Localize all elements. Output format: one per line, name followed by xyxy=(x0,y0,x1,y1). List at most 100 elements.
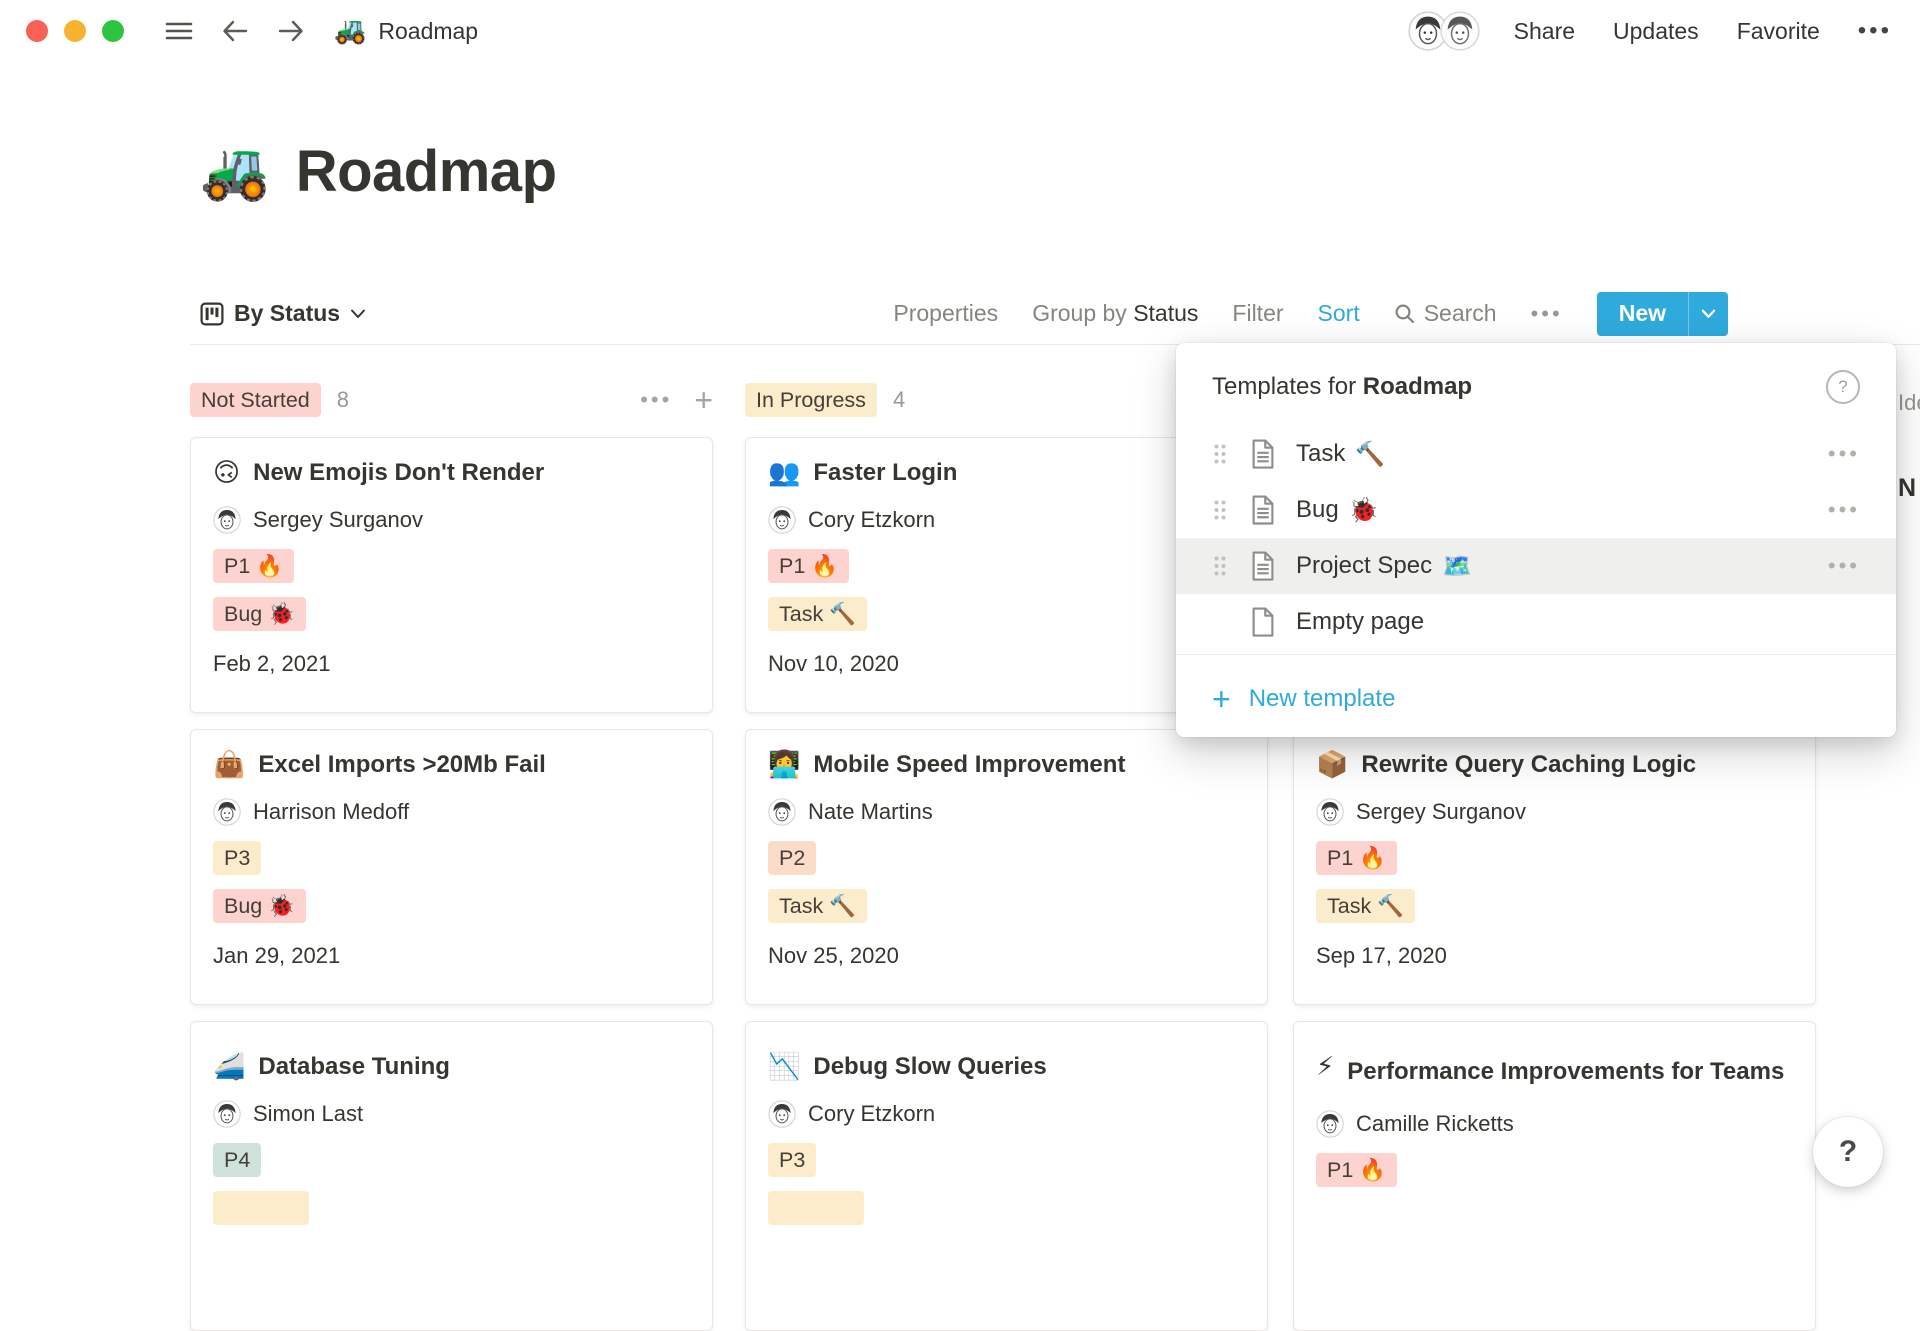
new-button[interactable]: New xyxy=(1597,292,1728,336)
templates-popup: Templates for Roadmap ? Task 🔨 ••• Bug 🐞… xyxy=(1176,343,1896,737)
popup-title: Templates for Roadmap xyxy=(1212,373,1472,401)
assignee-name: Sergey Surganov xyxy=(253,507,423,533)
card-new-emojis[interactable]: 🙃 New Emojis Don't Render Sergey Surgano… xyxy=(190,437,713,713)
window-titlebar: 🚜 Roadmap Share Updates Favorite ••• xyxy=(0,0,1920,62)
card-rewrite-query-caching[interactable]: 📦 Rewrite Query Caching Logic Sergey Sur… xyxy=(1293,729,1816,1005)
card-title: Excel Imports >20Mb Fail xyxy=(258,748,545,782)
card-title: Performance Improvements for Teams xyxy=(1347,1050,1784,1094)
avatar xyxy=(213,798,241,826)
assignee-name: Nate Martins xyxy=(808,799,933,825)
avatar xyxy=(768,506,796,534)
hamburger-icon xyxy=(164,19,194,43)
priority-badge: P2 xyxy=(768,841,816,875)
collection-toolbar: By Status Properties Group by Status Fil… xyxy=(190,283,1920,345)
view-name: By Status xyxy=(234,300,340,327)
zoom-window-button[interactable] xyxy=(102,20,124,42)
avatar xyxy=(768,1100,796,1128)
card-emoji-icon: 🙃 xyxy=(213,456,240,490)
type-badge: Task 🔨 xyxy=(1316,889,1415,923)
new-template-button[interactable]: + New template xyxy=(1176,655,1896,743)
column-status-badge[interactable]: Not Started xyxy=(190,383,321,417)
properties-button[interactable]: Properties xyxy=(893,300,998,327)
drag-handle-icon[interactable] xyxy=(1212,443,1228,465)
board-column-clipped: Ide N xyxy=(1898,390,1920,503)
template-label: Task xyxy=(1296,440,1345,468)
card-title: Database Tuning xyxy=(258,1050,450,1084)
toolbar-more-icon[interactable]: ••• xyxy=(1531,301,1563,327)
doc-title: Roadmap xyxy=(378,18,478,45)
group-by-prefix: Group by xyxy=(1032,300,1127,326)
priority-badge: P1 🔥 xyxy=(213,549,294,583)
column-add-card-icon[interactable]: + xyxy=(694,384,713,416)
drag-handle-icon[interactable] xyxy=(1212,555,1228,577)
type-badge: Bug 🐞 xyxy=(213,597,306,631)
page-title: Roadmap xyxy=(296,138,557,205)
forward-arrow-icon xyxy=(276,18,306,44)
avatar xyxy=(768,798,796,826)
card-database-tuning[interactable]: 🚄 Database Tuning Simon Last P4 xyxy=(190,1021,713,1331)
document-icon xyxy=(1250,439,1276,469)
column-more-icon[interactable]: ••• xyxy=(640,387,672,413)
sort-button[interactable]: Sort xyxy=(1318,300,1360,327)
chevron-down-icon xyxy=(1701,309,1716,319)
card-date: Feb 2, 2021 xyxy=(213,651,690,677)
template-label: Empty page xyxy=(1296,608,1424,636)
card-excel-imports[interactable]: 👜 Excel Imports >20Mb Fail Harrison Medo… xyxy=(190,729,713,1005)
card-mobile-speed[interactable]: 👩‍💻 Mobile Speed Improvement Nate Martin… xyxy=(745,729,1268,1005)
card-emoji-icon: 🚄 xyxy=(213,1050,245,1084)
close-window-button[interactable] xyxy=(26,20,48,42)
template-item-project-spec[interactable]: Project Spec 🗺️ ••• xyxy=(1176,538,1896,594)
template-emoji-icon: 🗺️ xyxy=(1442,552,1472,580)
template-more-icon[interactable]: ••• xyxy=(1828,553,1860,579)
card-title: Rewrite Query Caching Logic xyxy=(1361,748,1696,782)
drag-handle-icon[interactable] xyxy=(1212,499,1228,521)
search-button[interactable]: Search xyxy=(1394,300,1497,327)
column-name-partial: Ide xyxy=(1898,390,1920,416)
column-count: 4 xyxy=(893,387,905,413)
doc-emoji-icon: 🚜 xyxy=(334,16,366,46)
minimize-window-button[interactable] xyxy=(64,20,86,42)
updates-button[interactable]: Updates xyxy=(1613,18,1699,45)
type-badge-partial xyxy=(768,1191,864,1225)
card-emoji-icon: 📉 xyxy=(768,1050,800,1084)
breadcrumb[interactable]: 🚜 Roadmap xyxy=(334,16,478,46)
search-icon xyxy=(1394,303,1416,325)
card-date: Nov 10, 2020 xyxy=(768,651,1245,677)
card-title-partial: N xyxy=(1898,474,1920,503)
sidebar-menu-button[interactable] xyxy=(164,19,194,43)
document-icon xyxy=(1250,551,1276,581)
priority-badge: P3 xyxy=(213,841,261,875)
blank-page-icon xyxy=(1250,607,1276,637)
view-switcher[interactable]: By Status xyxy=(200,300,366,327)
board-column-not-started: Not Started 8 ••• + 🙃 New Emojis Don't R… xyxy=(190,382,713,418)
more-options-icon[interactable]: ••• xyxy=(1858,17,1892,45)
share-button[interactable]: Share xyxy=(1514,18,1575,45)
help-button[interactable]: ? xyxy=(1813,1117,1883,1187)
back-button[interactable] xyxy=(220,18,250,44)
card-emoji-icon: 👜 xyxy=(213,748,245,782)
template-item-empty-page[interactable]: Empty page xyxy=(1176,594,1896,650)
forward-button[interactable] xyxy=(276,18,306,44)
template-item-task[interactable]: Task 🔨 ••• xyxy=(1176,426,1896,482)
template-label: Project Spec xyxy=(1296,552,1432,580)
group-by-value: Status xyxy=(1133,300,1198,326)
card-emoji-icon: ⚡ xyxy=(1316,1050,1334,1084)
favorite-button[interactable]: Favorite xyxy=(1737,18,1820,45)
new-button-label: New xyxy=(1597,292,1688,336)
type-badge: Bug 🐞 xyxy=(213,889,306,923)
priority-badge: P4 xyxy=(213,1143,261,1177)
template-item-bug[interactable]: Bug 🐞 ••• xyxy=(1176,482,1896,538)
search-label: Search xyxy=(1424,300,1497,327)
card-debug-slow-queries[interactable]: 📉 Debug Slow Queries Cory Etzkorn P3 xyxy=(745,1021,1268,1331)
collaborator-avatars[interactable] xyxy=(1408,11,1480,51)
filter-button[interactable]: Filter xyxy=(1232,300,1283,327)
help-circle-icon[interactable]: ? xyxy=(1826,370,1860,404)
template-more-icon[interactable]: ••• xyxy=(1828,441,1860,467)
assignee-name: Camille Ricketts xyxy=(1356,1111,1514,1137)
column-status-badge[interactable]: In Progress xyxy=(745,383,877,417)
card-performance-improvements[interactable]: ⚡ Performance Improvements for Teams Cam… xyxy=(1293,1021,1816,1331)
group-by-button[interactable]: Group by Status xyxy=(1032,300,1198,327)
new-button-dropdown[interactable] xyxy=(1689,292,1728,336)
template-more-icon[interactable]: ••• xyxy=(1828,497,1860,523)
card-title: Mobile Speed Improvement xyxy=(813,748,1125,782)
